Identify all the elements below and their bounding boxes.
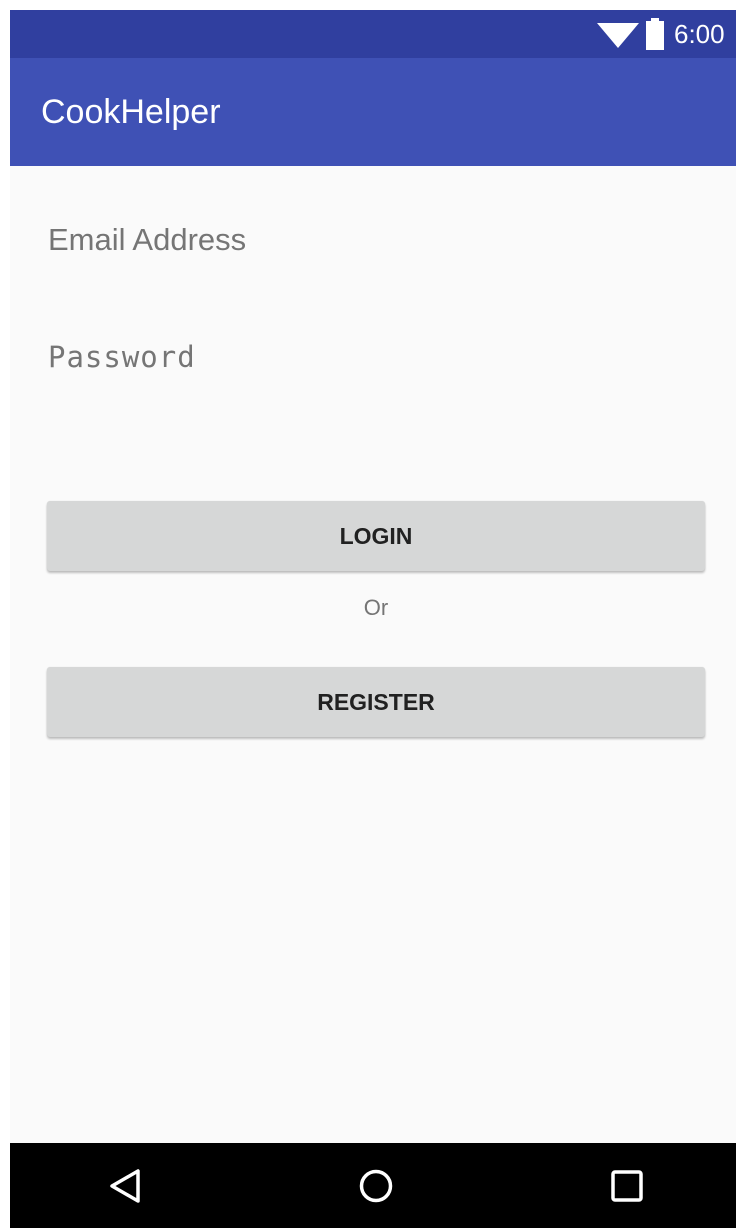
status-time: 6:00 [674,18,725,49]
email-field[interactable] [48,215,698,265]
back-icon[interactable] [95,1161,155,1211]
battery-icon [644,10,666,58]
wifi-icon [596,10,640,58]
recents-icon[interactable] [597,1161,657,1211]
login-button[interactable]: LOGIN [47,501,705,571]
home-icon[interactable] [346,1161,406,1211]
app-bar: CookHelper [10,58,736,166]
status-bar: 6:00 [10,10,736,58]
app-title: CookHelper [41,93,221,131]
password-field[interactable] [48,332,698,382]
register-button[interactable]: REGISTER [47,667,705,737]
navigation-bar [10,1143,736,1228]
or-label: Or [363,595,389,620]
app-screen: 6:00 CookHelper LOGIN Or REGISTER [10,10,736,1228]
